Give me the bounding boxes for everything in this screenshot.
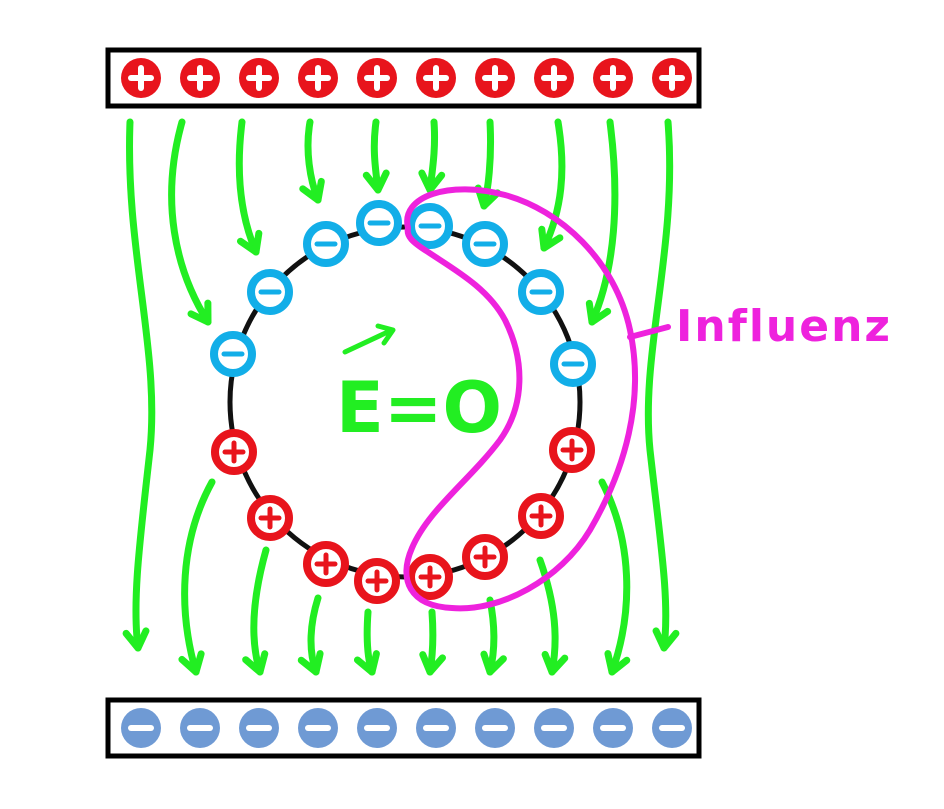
plus-circle-icon [180, 58, 220, 98]
plus-circle-icon [475, 58, 515, 98]
minus-circle-icon [180, 708, 220, 748]
minus-circle-icon [247, 269, 293, 315]
minus-circle-icon [475, 708, 515, 748]
minus-circle-icon [239, 708, 279, 748]
plus-circle-icon [518, 493, 564, 539]
minus-circle-icon [303, 221, 349, 267]
minus-circle-icon [550, 341, 596, 387]
minus-circle-icon [356, 200, 402, 246]
plus-circle-icon [549, 427, 595, 473]
minus-circle-icon [518, 269, 564, 315]
minus-circle-icon [593, 708, 633, 748]
minus-circle-icon [407, 203, 453, 249]
plus-circle-icon [298, 58, 338, 98]
field-line [370, 118, 382, 194]
field-inside-label: E=O [336, 367, 502, 449]
field-line [486, 596, 498, 676]
minus-circle-icon [210, 331, 256, 377]
plus-circle-icon [247, 495, 293, 541]
minus-circle-icon [416, 708, 456, 748]
plus-circle-icon [462, 534, 508, 580]
plus-circle-icon [211, 429, 257, 475]
bottom-plate [105, 697, 702, 759]
plus-circle-icon [121, 58, 161, 98]
plus-circle-icon [407, 554, 453, 600]
field-line [426, 608, 437, 676]
influence-diagram: Influenz E=O [0, 0, 944, 809]
plus-circle-icon [534, 58, 574, 98]
minus-circle-icon [462, 221, 508, 267]
influenz-label: Influenz [676, 301, 892, 352]
plus-circle-icon [303, 541, 349, 587]
plus-circle-icon [416, 58, 456, 98]
minus-circle-icon [121, 708, 161, 748]
minus-circle-icon [652, 708, 692, 748]
plus-circle-icon [354, 558, 400, 604]
top-plate [105, 47, 702, 109]
plus-circle-icon [593, 58, 633, 98]
plus-circle-icon [239, 58, 279, 98]
plus-circle-icon [357, 58, 397, 98]
plus-circle-icon [652, 58, 692, 98]
minus-circle-icon [357, 708, 397, 748]
minus-circle-icon [298, 708, 338, 748]
minus-circle-icon [534, 708, 574, 748]
